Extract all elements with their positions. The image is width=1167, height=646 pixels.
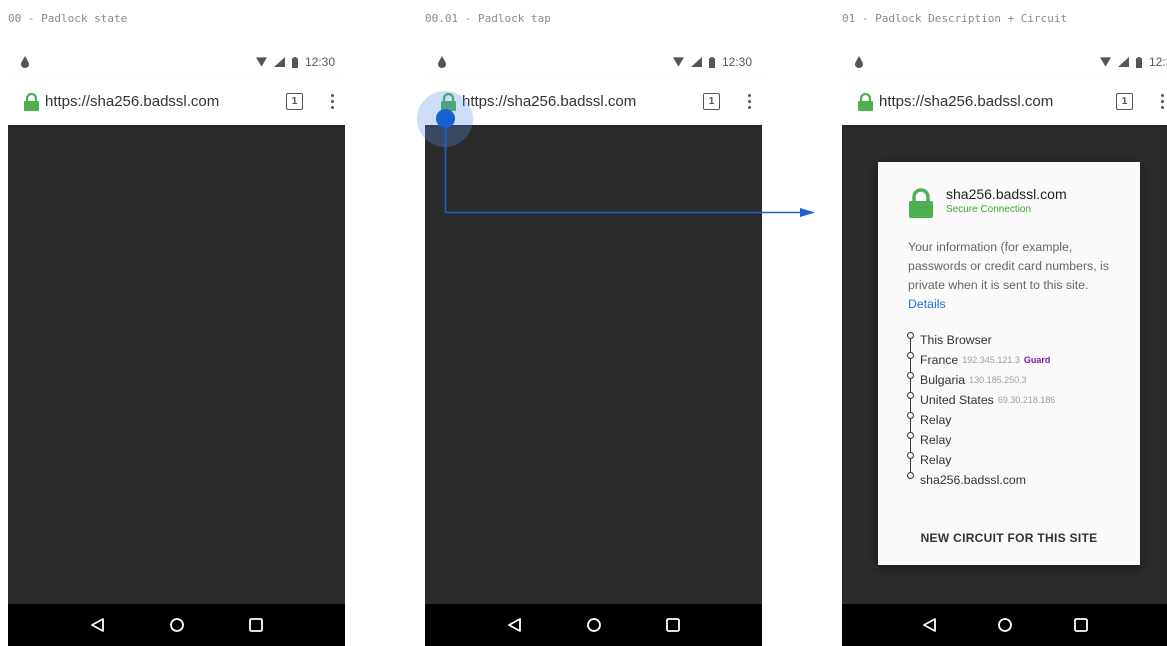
phone-screen-padlock-tap: 12:30 https://sha256.badssl.com 1: [425, 46, 762, 646]
circuit-node: Relay: [906, 410, 1112, 430]
circuit-node-ip: 130.185.250.3: [969, 375, 1027, 385]
privacy-info-text: Your information (for example, passwords…: [908, 238, 1114, 314]
navigation-bar: [8, 604, 345, 646]
circuit-node-name: Relay: [920, 413, 952, 427]
overflow-menu-icon[interactable]: [1155, 94, 1167, 109]
recents-square-icon[interactable]: [662, 614, 684, 636]
circuit-node: France 192.345.121.3 Guard: [906, 350, 1112, 370]
circuit-node-dot: [906, 372, 914, 379]
dialog-site-name: sha256.badssl.com: [946, 186, 1067, 202]
padlock-icon[interactable]: [857, 92, 875, 111]
notification-drop-icon: [855, 56, 863, 68]
status-bar: 12:30: [8, 46, 345, 78]
circuit-node: Relay: [906, 450, 1112, 470]
screen-caption-3: 01 - Padlock Description + Circuit: [842, 12, 1068, 25]
circuit-node-name: This Browser: [920, 333, 992, 347]
url-bar[interactable]: https://sha256.badssl.com 1: [425, 78, 762, 125]
circuit-node-name: United States: [920, 393, 994, 407]
status-bar: 12:30: [425, 46, 762, 78]
recents-square-icon[interactable]: [245, 614, 267, 636]
circuit-node-dot: [906, 452, 914, 459]
tap-point-indicator: [436, 109, 455, 128]
circuit-node-ip: 192.345.121.3: [962, 355, 1020, 365]
url-text[interactable]: https://sha256.badssl.com: [462, 93, 703, 110]
wifi-icon: [255, 57, 267, 67]
phone-screen-padlock-state: 12:30 https://sha256.badssl.com 1: [8, 46, 345, 646]
circuit-node-dot: [906, 392, 914, 399]
status-time: 12:30: [721, 55, 752, 69]
secure-connection-label: Secure Connection: [946, 204, 1032, 215]
site-info-dialog: sha256.badssl.com Secure Connection Your…: [878, 162, 1140, 565]
recents-square-icon[interactable]: [1070, 614, 1092, 636]
tor-circuit-list: This Browser France 192.345.121.3 Guard Bulg…: [906, 330, 1112, 490]
circuit-node-name: France: [920, 353, 959, 367]
circuit-node-dot: [906, 472, 914, 479]
dialog-header: sha256.badssl.com Secure Connection: [908, 186, 1112, 218]
tab-switcher-icon[interactable]: 1: [1116, 93, 1133, 110]
status-bar: 12:30: [842, 46, 1167, 78]
circuit-node-name: Relay: [920, 433, 952, 447]
battery-icon: [291, 56, 298, 68]
circuit-node-name: Relay: [920, 453, 952, 467]
privacy-info-body: Your information (for example, passwords…: [908, 240, 1109, 292]
notification-drop-icon: [438, 56, 446, 68]
details-link[interactable]: Details: [908, 295, 1114, 314]
circuit-node-ip: 69.30.218.186: [997, 395, 1056, 405]
cellular-signal-icon: [1117, 57, 1129, 67]
home-circle-icon[interactable]: [583, 614, 605, 636]
back-triangle-icon[interactable]: [919, 614, 941, 636]
battery-icon: [708, 56, 715, 68]
url-text[interactable]: https://sha256.badssl.com: [45, 93, 286, 110]
cellular-signal-icon: [690, 57, 702, 67]
overflow-menu-icon[interactable]: [742, 94, 756, 109]
circuit-node: sha256.badssl.com: [906, 470, 1112, 490]
wifi-icon: [1099, 57, 1111, 67]
circuit-node: United States 69.30.218.186: [906, 390, 1112, 410]
padlock-icon: [909, 188, 933, 218]
circuit-node-dot: [906, 332, 914, 339]
circuit-node-name: Bulgaria: [920, 373, 966, 387]
cellular-signal-icon: [273, 57, 285, 67]
navigation-bar: [425, 604, 762, 646]
url-text[interactable]: https://sha256.badssl.com: [879, 93, 1116, 110]
circuit-node-tag: Guard: [1023, 355, 1051, 365]
circuit-node: Bulgaria 130.185.250.3: [906, 370, 1112, 390]
battery-icon: [1135, 56, 1142, 68]
padlock-icon[interactable]: [23, 92, 41, 111]
new-circuit-button[interactable]: NEW CIRCUIT FOR THIS SITE: [878, 531, 1140, 545]
circuit-node: This Browser: [906, 330, 1112, 350]
circuit-node-name: sha256.badssl.com: [920, 473, 1026, 487]
wifi-icon: [672, 57, 684, 67]
url-bar[interactable]: https://sha256.badssl.com 1: [842, 78, 1167, 125]
url-bar[interactable]: https://sha256.badssl.com 1: [8, 78, 345, 125]
home-circle-icon[interactable]: [994, 614, 1016, 636]
tab-switcher-icon[interactable]: 1: [703, 93, 720, 110]
status-time: 12:30: [304, 55, 335, 69]
navigation-bar: [842, 604, 1167, 646]
circuit-node-dot: [906, 352, 914, 359]
circuit-node-dot: [906, 432, 914, 439]
circuit-node-dot: [906, 412, 914, 419]
circuit-node: Relay: [906, 430, 1112, 450]
screen-caption-1: 00 - Padlock state: [8, 12, 128, 25]
notification-drop-icon: [21, 56, 29, 68]
status-time: 12:30: [1148, 55, 1167, 69]
tab-switcher-icon[interactable]: 1: [286, 93, 303, 110]
overflow-menu-icon[interactable]: [325, 94, 339, 109]
home-circle-icon[interactable]: [166, 614, 188, 636]
back-triangle-icon[interactable]: [504, 614, 526, 636]
back-triangle-icon[interactable]: [87, 614, 109, 636]
screen-caption-2: 00.01 - Padlock tap: [425, 12, 551, 25]
